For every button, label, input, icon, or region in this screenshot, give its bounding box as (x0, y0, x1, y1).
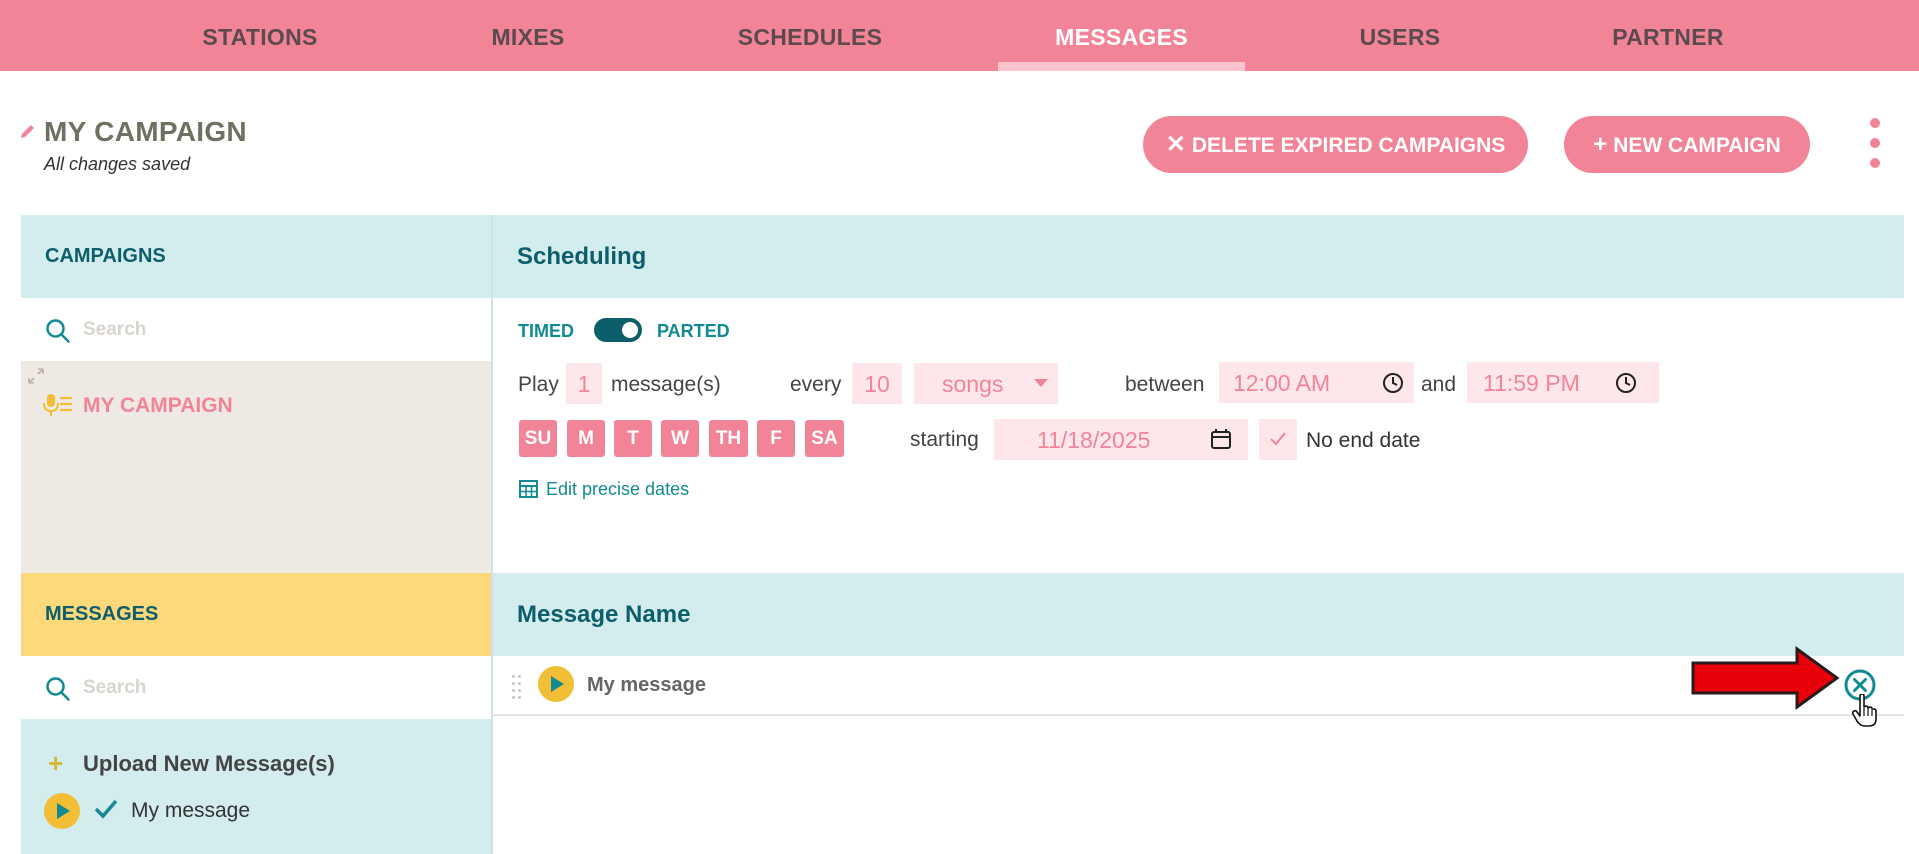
search-icon (46, 319, 70, 343)
campaigns-search[interactable]: Search (21, 299, 491, 361)
between-label: between (1125, 373, 1205, 396)
start-date-input[interactable]: 11/18/2025 (994, 419, 1248, 460)
top-nav: STATIONS MIXES SCHEDULES MESSAGES USERS … (0, 0, 1919, 71)
day-thursday[interactable]: TH (709, 420, 748, 457)
search-icon (46, 677, 70, 701)
tab-schedules[interactable]: SCHEDULES (710, 0, 910, 71)
campaigns-title: CAMPAIGNS (45, 245, 166, 267)
upload-new-messages-button[interactable]: Upload New Message(s) (83, 751, 335, 777)
tab-stations[interactable]: STATIONS (160, 0, 360, 71)
campaigns-search-placeholder: Search (83, 319, 147, 340)
unit-select-value: songs (942, 371, 1004, 397)
new-campaign-button[interactable]: + NEW CAMPAIGN (1564, 116, 1810, 173)
campaign-icon (43, 394, 72, 416)
column-divider (491, 215, 493, 854)
play-label: Play (518, 373, 559, 396)
close-icon: ✕ (1165, 131, 1186, 158)
check-icon (1270, 432, 1286, 446)
clock-icon[interactable] (1615, 372, 1637, 394)
chevron-down-icon (1034, 379, 1048, 387)
pencil-icon[interactable] (19, 122, 37, 140)
kebab-icon[interactable] (1868, 118, 1882, 168)
day-monday[interactable]: M (567, 420, 605, 457)
tab-partner[interactable]: PARTNER (1568, 0, 1768, 71)
start-time-value: 12:00 AM (1233, 370, 1331, 396)
no-end-date-label: No end date (1306, 429, 1421, 452)
messages-header: MESSAGES (21, 573, 491, 656)
mode-parted-label[interactable]: PARTED (657, 321, 730, 342)
message-name-column-header: Message Name (517, 601, 691, 628)
messages-library: + Upload New Message(s) My message (21, 719, 491, 854)
messages-search[interactable]: Search (21, 657, 491, 719)
play-icon[interactable] (538, 666, 574, 702)
active-tab-indicator (998, 62, 1245, 71)
day-wednesday[interactable]: W (661, 420, 699, 457)
plus-icon: + (1593, 131, 1608, 158)
expand-icon[interactable] (27, 367, 45, 385)
campaigns-header: CAMPAIGNS (21, 215, 491, 298)
scheduling-title: Scheduling (517, 243, 647, 270)
calendar-icon[interactable] (1210, 428, 1232, 450)
campaigns-list: MY CAMPAIGN (21, 361, 491, 573)
grid-calendar-icon (519, 480, 538, 498)
day-tuesday[interactable]: T (614, 420, 652, 457)
plus-icon[interactable]: + (48, 750, 63, 776)
delete-expired-label: DELETE EXPIRED CAMPAIGNS (1191, 134, 1506, 157)
mode-timed-label[interactable]: TIMED (518, 321, 574, 342)
play-count-input[interactable]: 1 (566, 363, 602, 404)
delete-expired-campaigns-button[interactable]: ✕ DELETE EXPIRED CAMPAIGNS (1143, 116, 1528, 173)
and-label: and (1421, 373, 1457, 396)
drag-handle-icon[interactable] (512, 675, 522, 699)
tab-users[interactable]: USERS (1300, 0, 1500, 71)
check-icon (94, 799, 118, 819)
messages-search-placeholder: Search (83, 677, 147, 698)
hand-cursor-icon (1852, 694, 1877, 727)
messages-label: message(s) (611, 373, 721, 396)
new-campaign-label: NEW CAMPAIGN (1613, 134, 1781, 157)
messages-title: MESSAGES (45, 603, 159, 625)
unit-select[interactable]: songs (914, 363, 1058, 404)
day-saturday[interactable]: SA (805, 420, 844, 457)
clock-icon[interactable] (1382, 372, 1404, 394)
day-sunday[interactable]: SU (519, 420, 557, 457)
mode-toggle[interactable] (594, 318, 642, 342)
starting-label: starting (910, 428, 979, 451)
end-time-input[interactable]: 11:59 PM (1467, 362, 1659, 403)
end-time-value: 11:59 PM (1483, 370, 1580, 396)
library-message-name[interactable]: My message (131, 799, 250, 823)
every-label: every (790, 373, 842, 396)
scheduling-header: Scheduling (493, 215, 1904, 298)
edit-precise-dates-label: Edit precise dates (546, 479, 690, 499)
every-count-input[interactable]: 10 (852, 363, 902, 404)
arrow-annotation (1691, 646, 1840, 710)
tab-messages[interactable]: MESSAGES (998, 0, 1245, 71)
no-end-date-checkbox[interactable] (1259, 419, 1297, 460)
start-date-value: 11/18/2025 (1037, 427, 1151, 453)
tab-mixes[interactable]: MIXES (428, 0, 628, 71)
play-icon[interactable] (44, 793, 80, 829)
campaign-title[interactable]: MY CAMPAIGN (44, 116, 247, 148)
message-row-name: My message (587, 674, 706, 696)
message-list-header: Message Name (493, 573, 1904, 656)
save-status: All changes saved (44, 154, 191, 174)
start-time-input[interactable]: 12:00 AM (1219, 362, 1414, 403)
campaign-list-item-label: MY CAMPAIGN (83, 394, 233, 417)
day-friday[interactable]: F (757, 420, 795, 457)
